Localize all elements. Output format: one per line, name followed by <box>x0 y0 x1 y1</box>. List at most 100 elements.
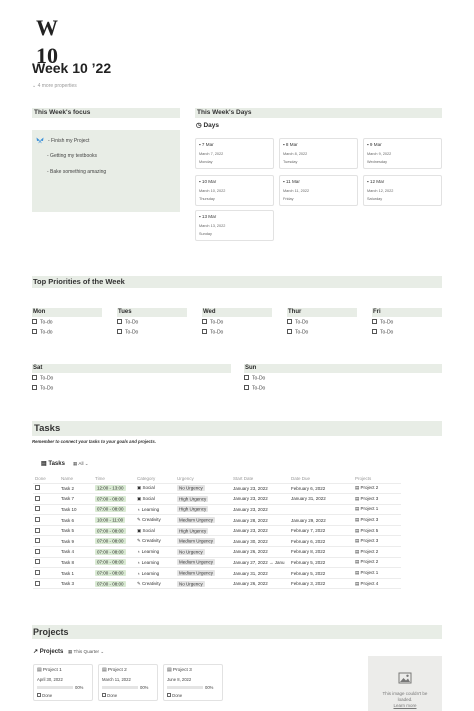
todo-item[interactable]: To-Do <box>202 319 272 326</box>
done-cell[interactable] <box>33 557 59 569</box>
todo-item[interactable]: To-Do <box>244 375 442 382</box>
project-link[interactable]: Project 2 <box>361 549 379 554</box>
checkbox-icon[interactable] <box>244 375 249 380</box>
checkbox-icon[interactable] <box>32 329 37 334</box>
project-cell[interactable]: ▤ Project 1 <box>353 504 401 516</box>
task-name[interactable]: Task 1 <box>59 567 93 579</box>
done-cell[interactable] <box>33 546 59 558</box>
day-card[interactable]: ▪ 11 Mar March 11, 2022 Friday <box>279 175 358 206</box>
todo-item[interactable]: To-Do <box>32 385 231 392</box>
checkbox-icon[interactable] <box>35 527 40 533</box>
task-name[interactable]: Task 6 <box>59 514 93 526</box>
done-cell[interactable] <box>33 535 59 548</box>
table-row[interactable]: Task 4 07:00 - 08:00 ♁ Learning No Urgency J… <box>33 546 401 558</box>
checkbox-icon[interactable] <box>167 693 171 697</box>
todo-item[interactable]: To-Do <box>202 329 272 336</box>
column-header[interactable]: Name <box>59 474 93 484</box>
project-cell[interactable]: ▤ Project 2 <box>353 557 401 569</box>
todo-item[interactable]: To-do <box>32 319 102 326</box>
todo-item[interactable]: To-Do <box>372 319 442 326</box>
column-header[interactable]: Urgency <box>175 474 231 484</box>
task-name[interactable]: Task 8 <box>59 557 93 569</box>
todo-item[interactable]: To-Do <box>287 329 357 336</box>
checkbox-icon[interactable] <box>32 385 37 390</box>
done-cell[interactable] <box>33 493 59 505</box>
done-cell[interactable] <box>33 525 59 537</box>
day-card[interactable]: ▪ 7 Mar March 7, 2022 Monday <box>195 138 274 169</box>
projects-view-filter[interactable]: ▦ This Quarter ⌄ <box>68 649 104 655</box>
column-header[interactable]: Done <box>33 474 59 484</box>
more-properties-link[interactable]: ⌄ 4 more properties <box>32 83 77 89</box>
checkbox-icon[interactable] <box>35 538 40 544</box>
project-link[interactable]: Project 2 <box>361 485 379 490</box>
checkbox-icon[interactable] <box>372 319 377 324</box>
tasks-view-title[interactable]: ▤ Tasks <box>41 460 65 467</box>
day-card[interactable]: ▪ 10 Mar March 10, 2022 Thursday <box>195 175 274 206</box>
project-cell[interactable]: ▤ Project 3 <box>353 514 401 526</box>
project-link[interactable]: Project 1 <box>361 570 379 575</box>
todo-item[interactable]: To-Do <box>287 319 357 326</box>
todo-item[interactable]: To-Do <box>117 319 187 326</box>
project-card[interactable]: ▤ Project 1 April 30, 2022 00% Done <box>33 664 93 701</box>
project-link[interactable]: Project 3 <box>361 538 379 543</box>
checkbox-icon[interactable] <box>35 570 40 576</box>
checkbox-icon[interactable] <box>117 319 122 324</box>
learn-more-link[interactable]: Learn more <box>378 703 432 708</box>
task-name[interactable]: Task 4 <box>59 546 93 558</box>
project-cell[interactable]: ▤ Project 3 <box>353 535 401 548</box>
table-row[interactable]: Task 7 07:00 - 08:00 ▣ Social High Urgency J… <box>33 493 401 505</box>
project-link[interactable]: Project 3 <box>361 496 379 501</box>
project-cell[interactable]: ▤ Project 5 <box>353 525 401 537</box>
checkbox-icon[interactable] <box>102 693 106 697</box>
table-row[interactable]: Task 1 07:00 - 08:00 ♁ Learning Medium Urge… <box>33 567 401 579</box>
checkbox-icon[interactable] <box>37 693 41 697</box>
done-cell[interactable] <box>33 483 59 495</box>
project-card[interactable]: ▤ Project 3 June 8, 2022 00% Done <box>163 664 223 701</box>
day-card[interactable]: ▪ 8 Mar March 8, 2022 Tuesday <box>279 138 358 169</box>
projects-view-title[interactable]: ↗ Projects <box>33 648 63 655</box>
project-cell[interactable]: ▤ Project 3 <box>353 493 401 505</box>
todo-item[interactable]: To-Do <box>372 329 442 336</box>
checkbox-icon[interactable] <box>202 319 207 324</box>
project-cell[interactable]: ▤ Project 4 <box>353 578 401 590</box>
checkbox-icon[interactable] <box>35 506 40 512</box>
todo-item[interactable]: To-Do <box>117 329 187 336</box>
checkbox-icon[interactable] <box>35 495 40 501</box>
project-cell[interactable]: ▤ Project 1 <box>353 567 401 579</box>
project-link[interactable]: Project 3 <box>361 517 379 522</box>
todo-item[interactable]: To-Do <box>244 385 442 392</box>
checkbox-icon[interactable] <box>372 329 377 334</box>
column-header[interactable]: Time <box>93 474 135 484</box>
table-row[interactable]: Task 2 12:00 - 13:00 ▣ Social No Urgency Jan… <box>33 483 401 495</box>
project-link[interactable]: Project 2 <box>361 559 379 564</box>
table-row[interactable]: Task 9 07:00 - 08:00 ✎ Creativity Medium Ur… <box>33 535 401 548</box>
checkbox-icon[interactable] <box>244 385 249 390</box>
checkbox-icon[interactable] <box>32 375 37 380</box>
column-header[interactable]: Start Date <box>231 474 289 484</box>
table-row[interactable]: Task 10 07:00 - 08:00 ♁ Learning High Urgen… <box>33 504 401 516</box>
checkbox-icon[interactable] <box>35 485 40 491</box>
checkbox-icon[interactable] <box>35 548 40 554</box>
column-header[interactable]: Projects <box>353 474 401 484</box>
table-row[interactable]: Task 5 07:00 - 08:00 ▣ Social High Urgency J… <box>33 525 401 537</box>
checkbox-icon[interactable] <box>35 559 40 565</box>
day-card[interactable]: ▪ 13 Mar March 13, 2022 Sunday <box>195 210 274 241</box>
task-name[interactable]: Task 2 <box>59 483 93 495</box>
checkbox-icon[interactable] <box>117 329 122 334</box>
days-view-tab[interactable]: ◷ Days <box>196 121 219 129</box>
tasks-view-filter[interactable]: ▦ All ⌄ <box>73 461 89 467</box>
project-cell[interactable]: ▤ Project 2 <box>353 546 401 558</box>
table-row[interactable]: Task 8 07:00 - 08:00 ♁ Learning Medium Urge… <box>33 557 401 569</box>
todo-item[interactable]: To-do <box>32 329 102 336</box>
checkbox-icon[interactable] <box>35 580 40 586</box>
task-name[interactable]: Task 10 <box>59 504 93 516</box>
day-card[interactable]: ▪ 9 Mar March 9, 2022 Wednesday <box>363 138 442 169</box>
checkbox-icon[interactable] <box>287 329 292 334</box>
column-header[interactable]: Category <box>135 474 175 484</box>
project-card[interactable]: ▤ Project 2 March 11, 2022 00% Done <box>98 664 158 701</box>
checkbox-icon[interactable] <box>35 517 40 523</box>
done-cell[interactable] <box>33 578 59 590</box>
column-header[interactable]: Date Due <box>289 474 353 484</box>
todo-item[interactable]: To-Do <box>32 375 231 382</box>
table-row[interactable]: Task 3 07:00 - 08:00 ✎ Creativity No Urgenc… <box>33 578 401 590</box>
